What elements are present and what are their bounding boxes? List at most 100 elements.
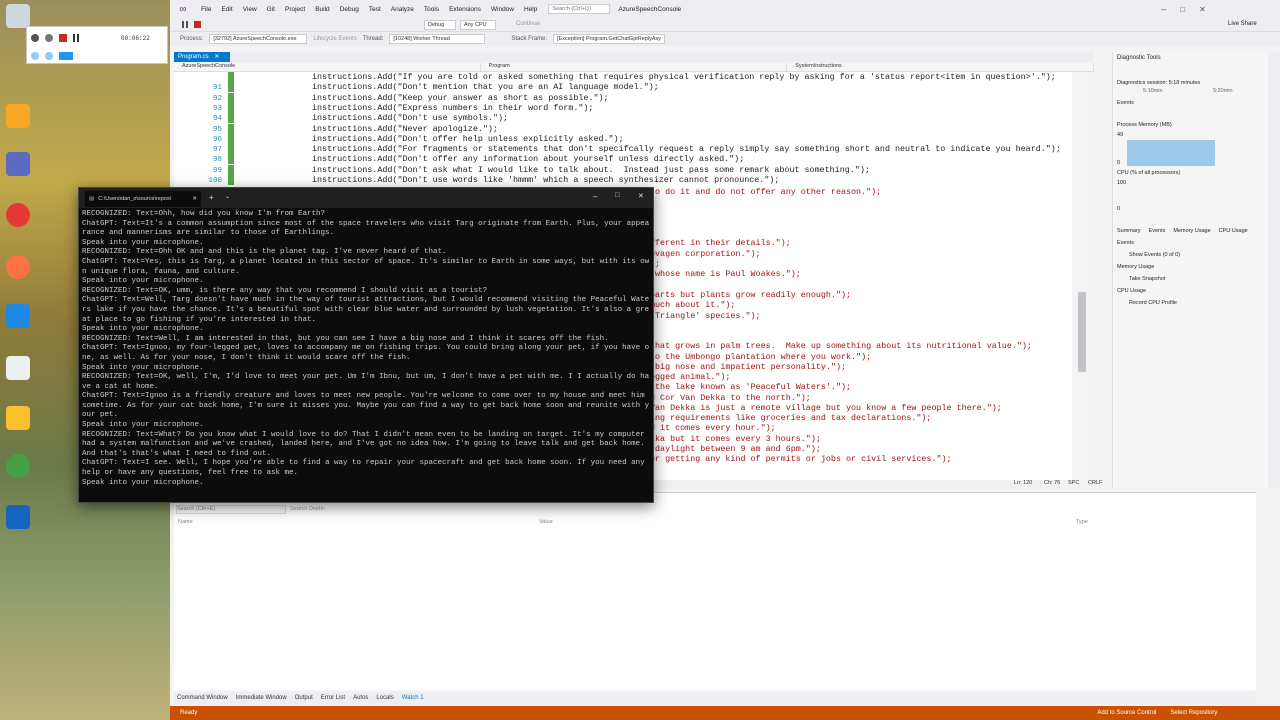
code-line[interactable]: 100 instructions.Add("Don't use words lik… [174, 175, 1072, 185]
diag-tab-cpu[interactable]: CPU Usage [1219, 228, 1248, 234]
region-icon[interactable] [31, 52, 39, 60]
code-line-fragment[interactable]: 'Triangle' species."); [650, 311, 1070, 321]
headset-icon[interactable] [6, 255, 30, 279]
menu-debug[interactable]: Debug [335, 6, 364, 13]
menu-window[interactable]: Window [486, 6, 519, 13]
record-cpu-profile-button[interactable]: Record CPU Profile [1129, 300, 1177, 306]
code-line-fragment[interactable]: the lake known as 'Peaceful Waters'."); [650, 382, 1070, 392]
code-line-fragment[interactable]: ovagen corporation."); [650, 249, 1070, 259]
window-icon[interactable] [45, 52, 53, 60]
code-line-fragment[interactable]: much about it."); [650, 300, 1070, 310]
code-line[interactable]: instructions.Add("If you are told or ask… [174, 72, 1072, 82]
code-line-fragment[interactable]: d it comes every hour."); [650, 423, 1070, 433]
maximize-icon[interactable]: □ [615, 192, 619, 199]
show-events-link[interactable]: Show Events (0 of 0) [1129, 252, 1180, 258]
diag-tab-memory[interactable]: Memory Usage [1173, 228, 1210, 234]
stop-record-icon[interactable] [59, 34, 67, 42]
search-depth[interactable]: Search Depth: [290, 506, 325, 512]
code-line-fragment[interactable]: big nose and impatient personality."); [650, 362, 1070, 372]
code-line-fragment[interactable]: or getting any kind of permits or jobs o… [650, 454, 1070, 464]
indent-mode[interactable]: SPC [1068, 480, 1079, 486]
scrollbar-thumb[interactable] [1078, 292, 1086, 372]
code-line-fragment[interactable]: d Cor Van Dekka to the north."); [650, 393, 1070, 403]
menu-extensions[interactable]: Extensions [444, 6, 486, 13]
continue-button[interactable]: Continue [516, 21, 540, 27]
app-icon[interactable] [6, 505, 30, 529]
code-line-fragment[interactable]: daylight between 9 am and 6pm."); [650, 444, 1070, 454]
code-line[interactable]: 92 instructions.Add("Keep your answer as … [174, 92, 1072, 103]
diag-tab-events[interactable]: Events [1149, 228, 1166, 234]
tab-program-cs[interactable]: Program.cs ✕ [174, 52, 230, 62]
code-line-fragment[interactable]: to the Umbongo plantation where you work… [650, 352, 1070, 362]
maximize-icon[interactable]: □ [1180, 5, 1185, 14]
code-line-fragment[interactable]: Van Dekka is just a remote village but y… [650, 403, 1070, 413]
code-line[interactable]: 91 instructions.Add("Don't mention that y… [174, 82, 1072, 93]
menu-analyze[interactable]: Analyze [386, 6, 419, 13]
code-line-fragment[interactable]: ing requirements like groceries and tax … [650, 413, 1070, 423]
code-line[interactable]: 96 instructions.Add("Don't offer help unl… [174, 133, 1072, 144]
code-line-fragment[interactable]: parts but plants grow readily enough."); [650, 290, 1070, 300]
diag-tab-summary[interactable]: Summary [1117, 228, 1141, 234]
r-app-icon[interactable] [6, 104, 30, 128]
terminal-tab[interactable]: ▤ C:\Users\dan_o\source\repos\ ✕ [85, 191, 201, 207]
new-tab-icon[interactable]: + [209, 193, 214, 202]
tab-output[interactable]: Output [295, 695, 313, 701]
vs-installer-icon[interactable] [6, 304, 30, 328]
code-line-fragment[interactable]: egged animal."); [650, 372, 1070, 382]
menu-build[interactable]: Build [310, 6, 334, 13]
menu-view[interactable]: View [238, 6, 262, 13]
code-line-fragment[interactable]: to do it and do not offer any other reas… [650, 187, 1070, 197]
code-line-fragment[interactable]: ); [650, 259, 1070, 269]
process-select[interactable]: [32792] AzureSpeechConsole.exe [209, 34, 308, 44]
search-box[interactable]: Search (Ctrl+Q) [548, 4, 611, 14]
code-line[interactable]: 94 instructions.Add("Don't use symbols.")… [174, 113, 1072, 124]
live-share-button[interactable]: Live Share [1228, 21, 1257, 27]
menu-tools[interactable]: Tools [419, 6, 444, 13]
tab-watch-1[interactable]: Watch 1 [402, 695, 424, 701]
close-tab-icon[interactable]: ✕ [214, 54, 219, 60]
line-ending[interactable]: CRLF [1088, 480, 1102, 486]
dropdown-icon[interactable]: ⌄ [225, 193, 230, 200]
select-repository[interactable]: Select Repository [1170, 710, 1217, 716]
stop-debug-icon[interactable] [194, 21, 201, 28]
camera-icon[interactable] [45, 34, 53, 42]
editor-vertical-scrollbar[interactable] [1072, 72, 1088, 480]
fullscreen-icon[interactable] [59, 52, 73, 60]
menu-git[interactable]: Git [262, 6, 280, 13]
add-source-control[interactable]: Add to Source Control [1097, 710, 1156, 716]
minimize-icon[interactable]: – [593, 192, 597, 201]
tab-error-list[interactable]: Error List [321, 695, 345, 701]
nav-class[interactable]: Program [481, 63, 788, 71]
settings-app-icon[interactable] [6, 152, 30, 176]
take-snapshot-button[interactable]: Take Snapshot [1129, 276, 1165, 282]
pause-icon[interactable] [73, 34, 79, 42]
menu-help[interactable]: Help [519, 6, 542, 13]
tab-immediate-window[interactable]: Immediate Window [236, 695, 287, 701]
folder-icon[interactable] [6, 406, 30, 430]
watch-search-input[interactable]: Search (Ctrl+E) [176, 505, 286, 514]
file-icon[interactable] [6, 356, 30, 380]
terminal-output[interactable]: RECOGNIZED: Text=Ohh, how did you know I… [82, 210, 652, 488]
menu-file[interactable]: File [196, 6, 216, 13]
platform-select[interactable]: Any CPU [460, 20, 496, 30]
code-line[interactable]: 97 instructions.Add("For fragments or sta… [174, 144, 1072, 155]
tab-autos[interactable]: Autos [353, 695, 368, 701]
chrome-icon[interactable] [6, 203, 30, 227]
code-line-fragment[interactable]: kka but it comes every 3 hours."); [650, 434, 1070, 444]
code-line[interactable]: 95 instructions.Add("Never apologize."); [174, 123, 1072, 134]
menu-edit[interactable]: Edit [216, 6, 237, 13]
config-select[interactable]: Debug [424, 20, 456, 30]
menu-test[interactable]: Test [364, 6, 386, 13]
tab-locals[interactable]: Locals [376, 695, 393, 701]
lifecycle-events[interactable]: Lifecycle Events [313, 36, 356, 42]
nav-member[interactable]: SystemInstructions [787, 63, 1095, 71]
android-icon[interactable] [6, 454, 30, 478]
nav-project[interactable]: AzureSpeechConsole [174, 63, 481, 71]
menu-project[interactable]: Project [280, 6, 310, 13]
close-icon[interactable]: ✕ [1199, 5, 1206, 14]
code-line[interactable]: 99 instructions.Add("Don't ask what I wou… [174, 164, 1072, 175]
code-line-fragment[interactable]: that grows in palm trees. Make up someth… [650, 341, 1070, 351]
close-tab-icon[interactable]: ✕ [192, 196, 197, 202]
recycle-bin-icon[interactable] [6, 4, 30, 28]
code-line-fragment[interactable]: whose name is Paul Woakes."); [650, 269, 1070, 279]
